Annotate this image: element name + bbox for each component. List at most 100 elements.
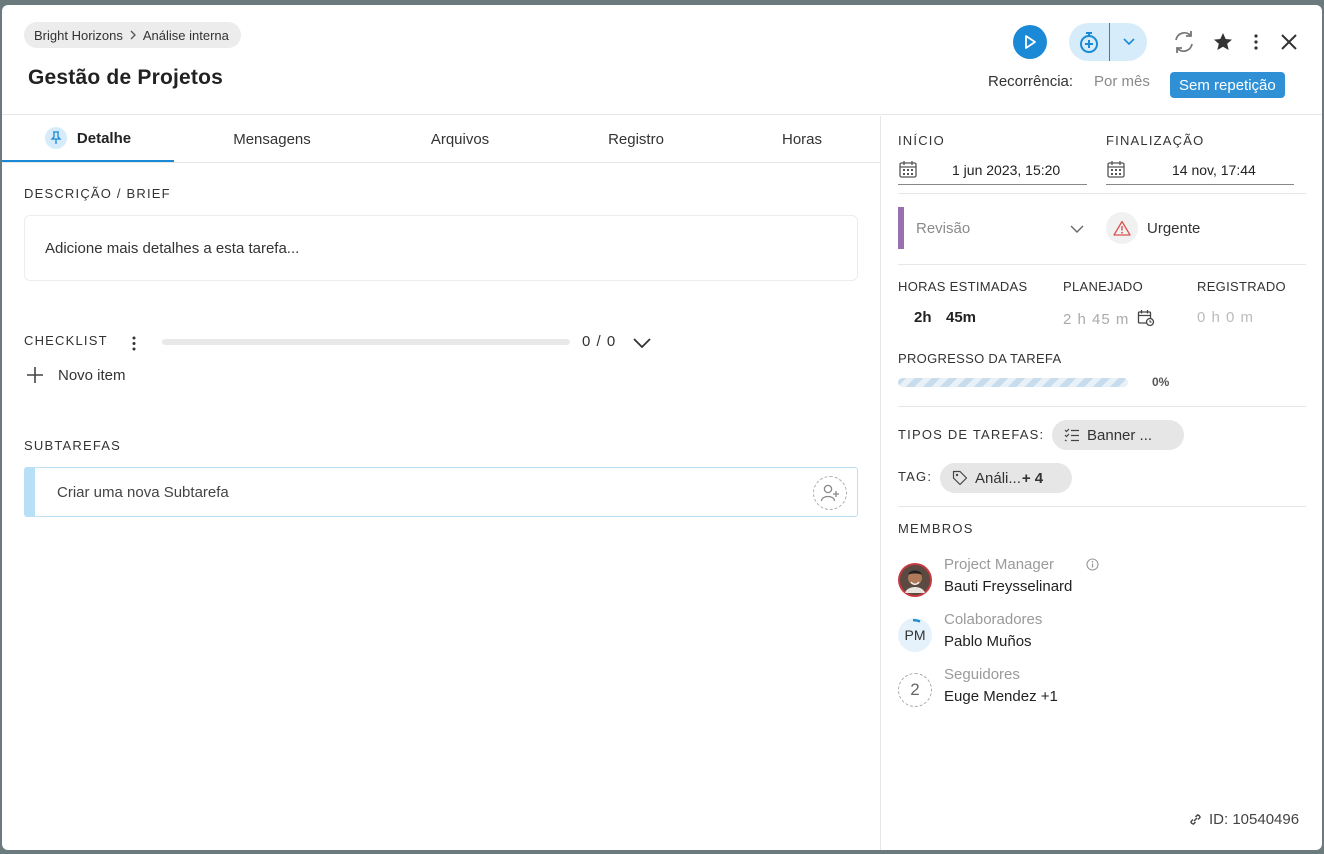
more-options-button[interactable] — [1248, 29, 1264, 55]
calendar-clock-button[interactable] — [1136, 309, 1156, 327]
tab-bar: Detalhe Mensagens Arquivos Registro Hora… — [2, 116, 880, 163]
refresh-button[interactable] — [1170, 27, 1198, 57]
task-progress-bar — [898, 378, 1128, 387]
kebab-icon — [1254, 34, 1258, 50]
followers-count: 2 — [910, 680, 920, 699]
subtask-accent — [25, 468, 35, 516]
planned-hours-label: PLANEJADO — [1063, 279, 1144, 294]
task-progress-percent: 0% — [1152, 375, 1170, 389]
page-title[interactable]: Gestão de Projetos — [28, 66, 223, 90]
tag-chip[interactable]: Análi... + 4 — [940, 463, 1072, 493]
timer-button[interactable] — [1069, 23, 1110, 61]
close-icon — [1281, 34, 1297, 50]
end-date-field[interactable]: 14 nov, 17:44 — [1106, 155, 1294, 185]
status-value: Revisão — [916, 219, 971, 237]
task-id[interactable]: ID: 10540496 — [1188, 811, 1299, 828]
panel-divider — [880, 116, 881, 850]
checklist-icon — [1064, 428, 1079, 442]
link-icon — [1190, 814, 1201, 825]
plus-icon — [27, 367, 43, 383]
estimated-hours-label: HORAS ESTIMADAS — [898, 279, 1028, 294]
chevron-down-icon — [633, 338, 651, 348]
new-item-label: Novo item — [58, 366, 126, 384]
chevron-down-icon — [1122, 38, 1135, 46]
chevron-down-icon — [1070, 221, 1084, 238]
warning-icon — [1113, 220, 1131, 236]
breadcrumb-workspace[interactable]: Bright Horizons — [34, 28, 123, 43]
recurrence-badge[interactable]: Sem repetição — [1170, 72, 1285, 98]
task-type-chip[interactable]: Banner ... — [1052, 420, 1184, 450]
avatar — [898, 563, 932, 597]
description-label: DESCRIÇÃO / BRIEF — [24, 186, 171, 201]
start-date-value: 1 jun 2023, 15:20 — [952, 161, 1061, 178]
member-collaborators[interactable]: PM Colaboradores Pablo Muños — [898, 611, 1042, 652]
recurrence-label: Recorrência: — [988, 73, 1074, 90]
end-date-label: FINALIZAÇÃO — [1106, 133, 1205, 148]
subtasks-label: SUBTAREFAS — [24, 438, 122, 453]
checklist-count: 0 / 0 — [582, 333, 617, 350]
tab-horas[interactable]: Horas — [720, 116, 884, 162]
tab-arquivos[interactable]: Arquivos — [378, 116, 542, 162]
description-field[interactable]: Adicione mais detalhes a esta tarefa... — [24, 215, 858, 281]
new-subtask-input[interactable]: Criar uma nova Subtarefa — [24, 467, 858, 517]
calendar-clock-icon — [1137, 310, 1155, 327]
task-type-value: Banner ... — [1087, 426, 1153, 444]
tab-registro[interactable]: Registro — [554, 116, 718, 162]
end-date-value: 14 nov, 17:44 — [1172, 161, 1256, 178]
avatar: PM — [898, 618, 932, 652]
calendar-icon — [898, 159, 918, 182]
play-button[interactable] — [1013, 25, 1047, 59]
breadcrumb-project[interactable]: Análise interna — [143, 28, 229, 43]
checklist-label: CHECKLIST — [24, 333, 108, 348]
start-date-field[interactable]: 1 jun 2023, 15:20 — [898, 155, 1087, 185]
assign-user-button[interactable] — [813, 476, 847, 510]
estimated-minutes-input[interactable]: 45m — [946, 309, 976, 326]
play-icon — [1025, 35, 1036, 49]
tab-detalhe[interactable]: Detalhe — [2, 116, 174, 162]
member-role: Colaboradores — [944, 611, 1043, 628]
close-button[interactable] — [1276, 29, 1302, 55]
tag-icon — [952, 470, 968, 486]
new-checklist-item-button[interactable]: Novo item — [26, 366, 126, 384]
tag-more-count: + 4 — [1021, 469, 1044, 487]
chevron-right-icon — [129, 28, 137, 43]
member-project-manager[interactable]: Project Manager Bauti Freysselinard — [898, 556, 1099, 597]
tab-mensagens[interactable]: Mensagens — [190, 116, 354, 162]
tab-detalhe-label: Detalhe — [76, 129, 132, 147]
breadcrumb: Bright Horizons Análise interna — [24, 22, 241, 48]
pin-icon — [44, 127, 67, 149]
checklist-progress-bar — [162, 339, 570, 345]
status-select[interactable]: Revisão — [898, 207, 1096, 249]
info-icon[interactable] — [1086, 558, 1099, 571]
favorite-button[interactable] — [1210, 29, 1236, 55]
recurrence-value[interactable]: Por mês — [1094, 73, 1150, 90]
divider — [898, 406, 1306, 407]
divider — [898, 193, 1306, 194]
timer-dropdown-button[interactable] — [1110, 37, 1147, 47]
avatar: 2 — [898, 673, 932, 707]
stopwatch-icon — [1080, 32, 1098, 53]
logged-hours-value: 0 h 0 m — [1197, 309, 1255, 326]
star-icon — [1214, 33, 1232, 50]
refresh-icon — [1175, 31, 1193, 53]
tag-label: TAG: — [898, 469, 933, 484]
member-role: Seguidores — [944, 666, 1020, 683]
checklist-collapse-button[interactable] — [632, 335, 652, 351]
calendar-icon — [1106, 159, 1126, 182]
add-user-icon — [820, 484, 839, 502]
checklist-options-button[interactable] — [126, 333, 142, 353]
task-id-text: ID: 10540496 — [1209, 811, 1300, 828]
member-role: Project Manager — [944, 556, 1099, 573]
member-name: Bauti Freysselinard — [944, 578, 1073, 595]
priority-button[interactable] — [1106, 212, 1138, 244]
timer-button-group — [1069, 23, 1147, 61]
members-label: MEMBROS — [898, 521, 974, 536]
planned-hours-value: 2 h 45 m — [1063, 311, 1130, 328]
priority-label[interactable]: Urgente — [1147, 220, 1200, 237]
estimated-hours-input[interactable]: 2h — [914, 309, 932, 326]
modal-header: Bright Horizons Análise interna Gestão d… — [2, 5, 1322, 115]
tag-value: Análi... — [975, 469, 1021, 487]
logged-hours-label: REGISTRADO — [1197, 279, 1286, 294]
subtask-placeholder: Criar uma nova Subtarefa — [57, 483, 229, 501]
member-followers[interactable]: 2 Seguidores Euge Mendez +1 — [898, 666, 1058, 707]
